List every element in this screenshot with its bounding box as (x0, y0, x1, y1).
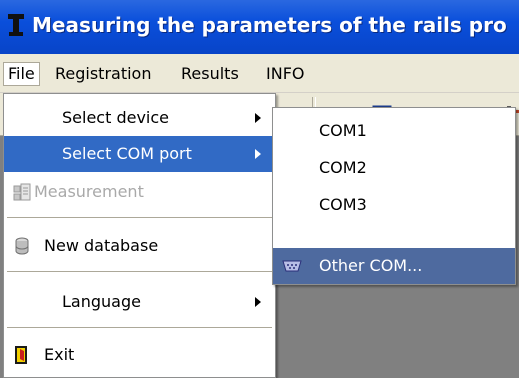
measurement-icon (13, 183, 31, 201)
submenu-item-other-com[interactable]: Other COM... (273, 248, 515, 284)
rail-app-icon (8, 14, 24, 36)
menu-item-label: Select COM port (62, 144, 192, 163)
submenu-item-com3[interactable]: COM3 (273, 187, 515, 223)
submenu-arrow-icon (255, 297, 261, 307)
menu-item-select-com-port[interactable]: Select COM port (4, 136, 275, 172)
menu-item-label: Select device (62, 108, 169, 127)
menu-item-label: Exit (44, 345, 75, 364)
com-port-submenu: COM1 COM2 COM3 Other COM... (272, 107, 516, 285)
window-title: Measuring the parameters of the rails pr… (32, 13, 507, 37)
menu-bar: File Registration Results INFO (0, 54, 519, 93)
menu-item-select-device[interactable]: Select device (4, 100, 275, 136)
title-bar: Measuring the parameters of the rails pr… (0, 0, 519, 54)
submenu-arrow-icon (255, 113, 261, 123)
submenu-item-label: COM2 (319, 158, 367, 177)
submenu-item-com1[interactable]: COM1 (273, 113, 515, 149)
submenu-item-label: COM1 (319, 121, 367, 140)
menu-registration[interactable]: Registration (51, 63, 155, 85)
menu-file[interactable]: File (3, 62, 40, 86)
file-menu: Select device Select COM port Measuremen… (3, 93, 276, 378)
menu-item-label: New database (44, 236, 159, 255)
submenu-arrow-icon (255, 149, 261, 159)
menu-separator (7, 327, 272, 328)
serial-port-icon (282, 260, 302, 272)
menu-separator (7, 271, 272, 272)
submenu-item-com2[interactable]: COM2 (273, 150, 515, 186)
exit-door-icon (15, 346, 27, 364)
menu-item-label: Language (62, 292, 141, 311)
menu-item-exit[interactable]: Exit (4, 337, 275, 373)
menu-item-language[interactable]: Language (4, 284, 275, 320)
menu-separator (7, 217, 272, 218)
menu-info[interactable]: INFO (262, 63, 308, 85)
submenu-item-label: Other COM... (319, 256, 423, 275)
submenu-item-label: COM3 (319, 195, 367, 214)
menu-results[interactable]: Results (177, 63, 243, 85)
database-icon (15, 237, 29, 255)
menu-item-measurement[interactable]: Measurement (4, 174, 275, 210)
menu-item-label: Measurement (34, 182, 144, 201)
menu-item-new-database[interactable]: New database (4, 228, 275, 264)
